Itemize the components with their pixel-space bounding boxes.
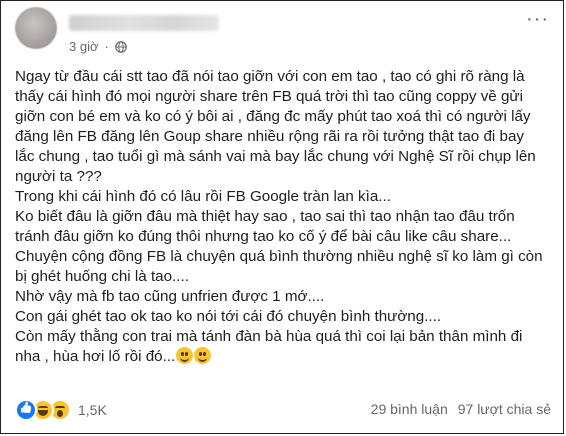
reactions-summary[interactable]: 1,5K [15, 399, 107, 421]
avatar[interactable] [15, 7, 57, 49]
post-line: tránh đâu giỡn ko đúng thôi nhưng tao ko… [15, 228, 512, 245]
post-line: Chuyện cộng đồng FB là chuyện quá bình t… [15, 248, 543, 265]
post-line: Ko biết đâu là giỡn đâu mà thiệt hay sao… [15, 208, 515, 225]
post-line: thấy cái hình đó mọi người share trên FB… [15, 88, 523, 105]
post-line: Trong khi cái hình đó có lâu rồi FB Goog… [15, 188, 391, 205]
post-line: Con gái ghét tao ok tao ko nói tới cái đ… [15, 308, 442, 325]
post-line: Nhờ vậy mà fb tao cũng unfrien được 1 mớ… [15, 288, 325, 305]
comments-count[interactable]: 29 bình luận [371, 401, 448, 417]
post-meta: 3 giờ · [69, 39, 127, 54]
more-options-icon[interactable]: ··· [526, 9, 549, 29]
post-time[interactable]: 3 giờ [69, 39, 99, 54]
post-line: bị ghét huống chi là tao.... [15, 268, 189, 285]
like-icon [15, 399, 37, 421]
smiley-emoji-icon [176, 347, 194, 364]
post-line: đăng lên FB đăng lên Goup share nhiều rộ… [15, 128, 524, 145]
post-card: 3 giờ · ··· Ngay từ đầu cái stt tao đã n… [0, 0, 564, 434]
smiley-emoji-icon [194, 347, 212, 364]
post-line: giỡn con bé em và ko có ý bôi ai , đăng … [15, 108, 531, 125]
author-name[interactable] [69, 15, 219, 31]
post-line: Còn mấy thằng con trai mà tánh đàn bà hù… [15, 328, 523, 345]
globe-icon [115, 40, 127, 53]
post-line: Ngay từ đầu cái stt tao đã nói tao giỡn … [15, 68, 525, 85]
post-footer: 1,5K 29 bình luận 97 lượt chia sẻ [15, 399, 551, 423]
reaction-count[interactable]: 1,5K [78, 402, 107, 418]
post-line-text: nha , hùa hơi lố rồi đó... [15, 348, 176, 365]
post-line: người ta ??? [15, 168, 102, 185]
post-stats: 29 bình luận 97 lượt chia sẻ [371, 401, 551, 417]
post-header: 3 giờ · ··· [15, 7, 553, 59]
shares-count[interactable]: 97 lượt chia sẻ [458, 401, 551, 417]
post-line: lắc chung , tao tuổi gì mà sánh vai mà b… [15, 148, 536, 165]
post-body: Ngay từ đầu cái stt tao đã nói tao giỡn … [15, 67, 545, 367]
post-line-last: nha , hùa hơi lố rồi đó... [15, 347, 545, 367]
